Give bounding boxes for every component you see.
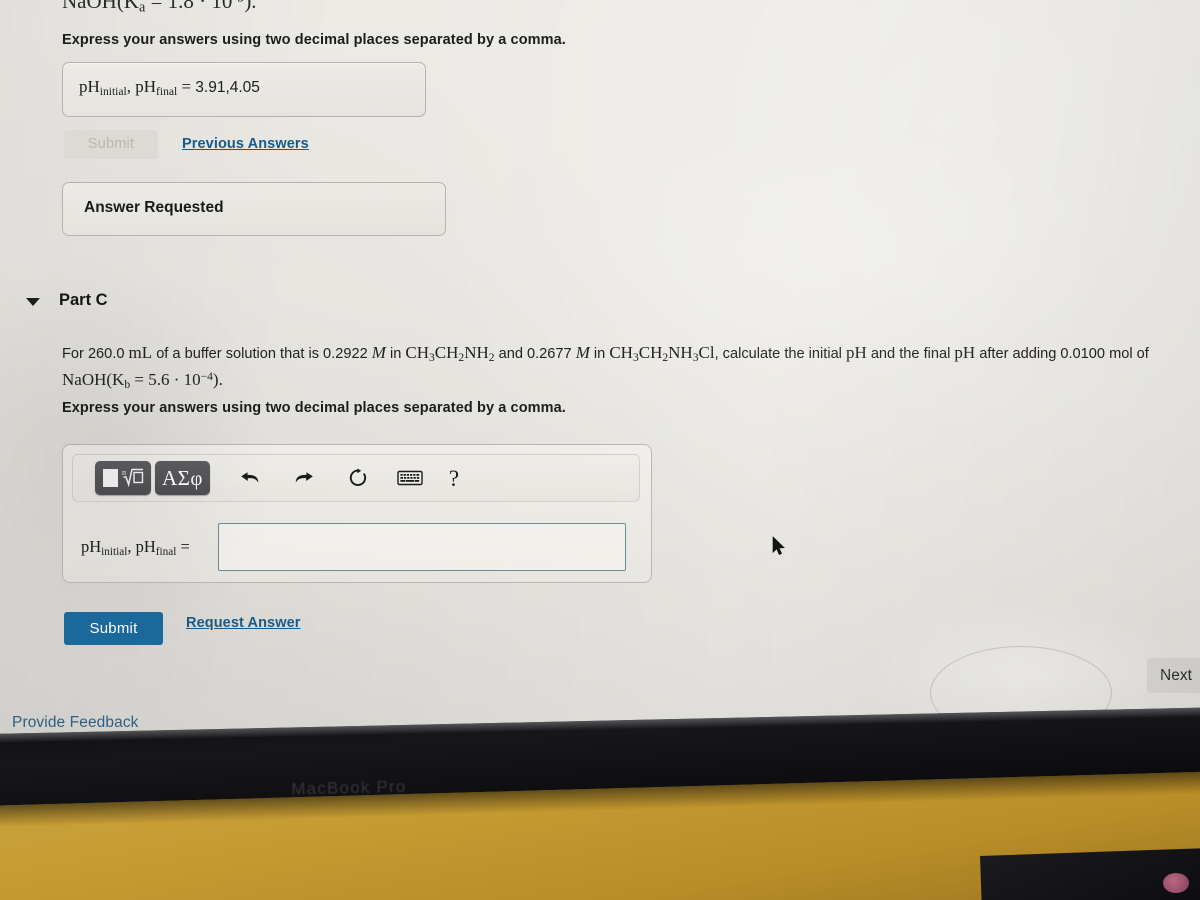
reset-circular-arrow-icon[interactable] bbox=[338, 461, 378, 495]
part-c-instruction: Express your answers using two decimal p… bbox=[62, 400, 566, 416]
q-text-5: in bbox=[589, 346, 610, 362]
part-c-title: Part C bbox=[59, 291, 108, 309]
part-b-answer-value: 3.91,4.05 bbox=[195, 79, 260, 96]
q-ph-2: pH bbox=[954, 343, 976, 362]
ph-final-subscript: final bbox=[156, 84, 178, 98]
q-molarity-2: M bbox=[575, 343, 590, 362]
part-b-instruction: Express your answers using two decimal p… bbox=[62, 32, 566, 48]
submit-button[interactable]: Submit bbox=[64, 612, 163, 645]
next-button[interactable]: Next bbox=[1147, 658, 1200, 693]
caret-down-icon[interactable] bbox=[26, 297, 40, 306]
answer-ph-initial-subscript: initial bbox=[101, 545, 128, 558]
ph-comma: , pH bbox=[126, 77, 157, 96]
greek-symbols-button[interactable]: ΑΣφ bbox=[155, 461, 211, 495]
q-molarity-1: M bbox=[371, 343, 386, 362]
help-button[interactable]: ? bbox=[434, 461, 474, 495]
q-text-2: of a buffer solution that is 0.2922 bbox=[152, 346, 372, 362]
truncated-equation-line: NaOH(Ka = 1.8 · 10-5). bbox=[62, 0, 257, 17]
part-c-header[interactable]: Part C bbox=[26, 291, 108, 310]
dark-object-on-desk bbox=[980, 846, 1200, 900]
part-c-question-text: For 260.0 mL of a buffer solution that i… bbox=[62, 340, 1187, 394]
ph-equals: = bbox=[177, 77, 196, 96]
q-ph-1: pH bbox=[845, 343, 867, 362]
request-answer-link[interactable]: Request Answer bbox=[186, 615, 300, 631]
answer-input[interactable] bbox=[218, 523, 626, 571]
assignment-page: NaOH(Ka = 1.8 · 10-5). Express your answ… bbox=[0, 0, 1200, 750]
top-equation-superscript: -5 bbox=[232, 0, 244, 6]
part-b-previous-answer-box: pHinitial, pHfinal = 3.91,4.05 bbox=[62, 62, 426, 117]
q-text-3: in bbox=[385, 346, 406, 362]
nth-root-icon: n bbox=[121, 466, 144, 491]
q-unit-ml: mL bbox=[128, 343, 153, 362]
answer-ph-final-subscript: final bbox=[155, 545, 177, 558]
template-box-icon bbox=[102, 469, 118, 487]
top-equation-prefix: NaOH(K bbox=[62, 0, 139, 13]
small-pink-object bbox=[1163, 873, 1189, 893]
q-formula-naoh-kb: NaOH(Kb = 5.6 · 10−4). bbox=[62, 369, 223, 392]
part-b-submit-button-disabled: Submit bbox=[64, 130, 158, 159]
part-b-answer-readout: pHinitial, pHfinal = 3.91,4.05 bbox=[79, 77, 260, 98]
answer-ph-label: pH bbox=[81, 537, 102, 556]
part-c-answer-panel: n ΑΣφ ? pHinitial, pHfinal = bbox=[62, 444, 652, 583]
greek-symbols-label: ΑΣφ bbox=[162, 465, 204, 490]
svg-text:n: n bbox=[122, 468, 126, 477]
top-equation-suffix: ). bbox=[244, 0, 257, 13]
q-formula-ethylammonium-chloride: CH3CH2NH3Cl bbox=[609, 343, 715, 364]
help-question-mark-label: ? bbox=[448, 465, 460, 491]
ph-initial-subscript: initial bbox=[99, 84, 127, 98]
previous-answers-link[interactable]: Previous Answers bbox=[182, 136, 309, 152]
answer-ph-equals: = bbox=[176, 537, 190, 556]
q-text-6: , calculate the initial bbox=[714, 346, 846, 362]
math-template-button[interactable]: n bbox=[95, 461, 151, 495]
answer-ph-comma: , pH bbox=[127, 537, 156, 556]
keyboard-icon[interactable] bbox=[390, 461, 430, 495]
answer-requested-label: Answer Requested bbox=[84, 199, 224, 216]
photo-of-laptop-screen: NaOH(Ka = 1.8 · 10-5). Express your answ… bbox=[0, 0, 1200, 900]
mouse-cursor bbox=[772, 536, 788, 558]
q-text-8: after adding 0.0100 mol of bbox=[975, 346, 1149, 362]
math-editor-toolbar: n ΑΣφ ? bbox=[72, 454, 640, 502]
q-text-4: and 0.2677 bbox=[494, 346, 576, 362]
q-text-1: For 260.0 bbox=[62, 346, 129, 362]
part-c-answer-label: pHinitial, pHfinal = bbox=[81, 537, 190, 558]
ph-label: pH bbox=[79, 77, 100, 96]
provide-feedback-link[interactable]: Provide Feedback bbox=[12, 714, 139, 732]
answer-requested-banner: Answer Requested bbox=[62, 182, 446, 236]
q-text-7: and the final bbox=[866, 346, 955, 362]
redo-arrow-icon[interactable] bbox=[284, 461, 324, 495]
top-equation-equals: = 1.8 · 10 bbox=[145, 0, 233, 13]
q-formula-ethylamine: CH3CH2NH2 bbox=[405, 343, 495, 364]
undo-arrow-icon[interactable] bbox=[230, 461, 270, 495]
